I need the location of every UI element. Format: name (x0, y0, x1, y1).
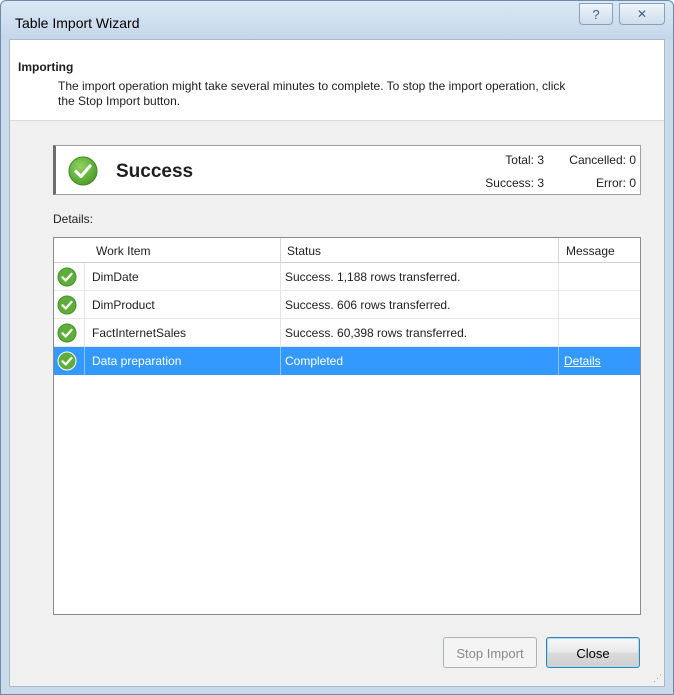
check-circle-icon (68, 156, 98, 186)
details-label: Details: (53, 212, 94, 226)
window-close-button[interactable]: ✕ (619, 3, 665, 25)
cell-divider (558, 347, 559, 375)
cell-divider (280, 291, 281, 319)
success-check-icon (57, 323, 77, 343)
cell-divider (84, 347, 85, 375)
work-item-cell: Data preparation (92, 354, 182, 368)
cancelled-count: Cancelled: 0 (569, 153, 636, 167)
work-item-cell: DimDate (92, 270, 139, 284)
page-title: Importing (18, 60, 74, 74)
work-item-cell: FactInternetSales (92, 326, 187, 340)
table-row[interactable]: FactInternetSales Success. 60,398 rows t… (54, 319, 640, 347)
help-button[interactable]: ? (579, 3, 613, 25)
status-cell: Completed (285, 354, 344, 368)
success-check-icon (57, 351, 77, 371)
cell-divider (84, 263, 85, 291)
cell-divider (280, 263, 281, 291)
close-icon: ✕ (636, 7, 648, 21)
table-row[interactable]: DimDate Success. 1,188 rows transferred. (54, 263, 640, 291)
summary-status: Success (116, 161, 194, 182)
cell-divider (558, 263, 559, 291)
cell-divider (280, 319, 281, 347)
table-row-selected[interactable]: Data preparation Completed Details (54, 347, 640, 375)
table-row[interactable]: DimProduct Success. 606 rows transferred… (54, 291, 640, 319)
total-count: Total: 3 (505, 153, 544, 167)
summary-panel: Success Total: 3 Cancelled: 0 Success: 3… (53, 145, 641, 195)
cell-divider (84, 291, 85, 319)
column-header-status[interactable]: Status (287, 244, 321, 258)
column-header-message[interactable]: Message (566, 244, 615, 258)
stop-import-button[interactable]: Stop Import (443, 637, 537, 668)
status-cell: Success. 1,188 rows transferred. (285, 270, 461, 284)
details-link[interactable]: Details (564, 354, 601, 368)
column-separator[interactable] (558, 238, 559, 262)
cell-divider (558, 319, 559, 347)
header-panel: Importing The import operation might tak… (10, 40, 664, 121)
help-icon: ? (592, 7, 600, 22)
page-description: The import operation might take several … (58, 79, 566, 108)
details-grid[interactable]: Work Item Status Message DimDate Success… (53, 237, 641, 615)
cell-divider (280, 347, 281, 375)
success-count: Success: 3 (485, 176, 544, 190)
title-bar[interactable]: Table Import Wizard ? ✕ (1, 1, 673, 39)
resize-grip-icon[interactable]: ⋰ (653, 673, 662, 684)
wizard-window: Table Import Wizard ? ✕ Importing The im… (0, 0, 674, 695)
cell-divider (84, 319, 85, 347)
status-cell: Success. 60,398 rows transferred. (285, 326, 468, 340)
cell-divider (558, 291, 559, 319)
grid-header: Work Item Status Message (54, 238, 640, 263)
status-cell: Success. 606 rows transferred. (285, 298, 451, 312)
error-count: Error: 0 (595, 176, 636, 190)
success-check-icon (57, 295, 77, 315)
work-item-cell: DimProduct (92, 298, 155, 312)
dialog-client-area: Importing The import operation might tak… (9, 39, 665, 687)
success-check-icon (57, 267, 77, 287)
window-title: Table Import Wizard (15, 15, 140, 31)
close-button[interactable]: Close (546, 637, 640, 668)
column-separator[interactable] (280, 238, 281, 262)
column-header-work-item[interactable]: Work Item (96, 244, 150, 258)
